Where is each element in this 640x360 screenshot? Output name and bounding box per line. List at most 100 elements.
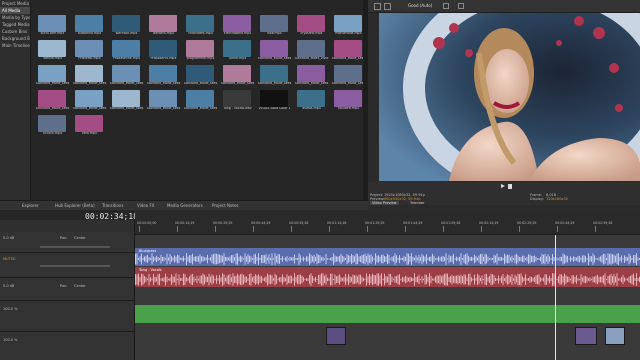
media-thumbnail[interactable]: programmer.mp4 [183,40,216,63]
track-header-audio-2[interactable]: MUTED [0,253,134,278]
thumbnail-image [112,40,140,57]
media-thumbnail[interactable]: s0rcc1om.mp4 [35,15,68,38]
media-thumbnail[interactable]: Tong - Vocals.wav [220,90,253,113]
audio-clip-vocals[interactable]: Tong - Vocals [135,267,640,287]
media-thumbnail[interactable]: Standard_Mode_sees [294,65,328,88]
media-thumbnail[interactable]: Standard_Mode_sees [35,65,69,88]
media-thumbnail[interactable]: charcodes.mp4 [183,15,216,38]
ruler-tick-label: 00:01:44;29 [403,221,423,225]
thumbnail-image [38,115,66,132]
media-thumbnail[interactable]: Standard_Mode_sees [331,40,365,63]
tab-explorer[interactable]: Explorer [22,203,39,208]
tree-item[interactable]: Background Bins [0,35,30,42]
media-thumbnail[interactable]: asdfas.mp4 [294,90,327,113]
media-thumbnail[interactable]: Gener.mp4 [220,40,253,63]
tab-media-generators[interactable]: Media Generators [167,203,203,208]
thumbnail-label: autoanna.mp4 [77,32,102,35]
audio-clip-bluegrass[interactable]: Bluegrass [135,248,640,266]
media-thumbnail[interactable]: Standard_Mode_sees [220,65,254,88]
tree-item[interactable]: Tagged Media [0,21,30,28]
thumbnail-label: Tong - Vocals.wav [223,107,252,110]
tab-video-fx[interactable]: Video FX [137,203,155,208]
timeline-ruler[interactable]: 00:00:00;00 00:00:14;29 00:00:29;29 00:00:4… [135,210,640,235]
media-thumbnail[interactable]: Standard_Mode_sees [257,65,292,88]
media-thumbnail[interactable]: soulbird.mp4 [331,90,364,113]
track-level-label: 0.0 dB [3,236,15,240]
media-thumbnail[interactable]: Standard_Mode_sees [183,65,217,88]
media-thumbnail[interactable]: Standard_Mode_vivid [294,40,328,63]
ruler-tick-mark [139,226,140,232]
timeline-tracks[interactable]: Bluegrass Tong - Vocals [135,235,640,360]
tree-item[interactable]: Custom Bins [0,28,30,35]
track-header-video-1[interactable]: 100.0 % [0,301,134,332]
track-header-video-2[interactable]: 100.0 % [0,332,134,360]
media-thumbnail[interactable]: VEGAS Solid Color 1 [257,90,291,113]
media-thumbnail[interactable]: Vanilla.mp4 [35,40,68,63]
media-thumbnail[interactable]: ProBaseline.mp4 [109,40,142,63]
split-screen-icon[interactable] [384,3,391,10]
ruler-tick-mark [291,226,292,232]
media-thumbnail[interactable]: Standard_Mode_sees [146,90,181,113]
tab-project-notes[interactable]: Project Notes [212,203,239,208]
media-thumbnail[interactable]: Standard_Mode_sees [109,90,143,113]
play-icon[interactable] [501,184,505,188]
ruler-tick-mark [595,226,596,232]
tree-item[interactable]: Main Timeline [0,42,30,49]
media-thumbnail[interactable]: Standard_Mode_sees [72,65,106,88]
volume-slider[interactable] [40,246,110,248]
video-clip-thumbnail[interactable] [605,327,625,345]
preview-quality-dropdown[interactable]: Good (Auto) [408,3,432,8]
media-thumbnail[interactable]: zero.mp4 [72,115,105,138]
transport-controls[interactable] [501,184,521,189]
thumbnail-label: Standard_Mode_sees [146,107,181,110]
thumbnail-image [112,15,140,32]
track-level-label: 0.0 dB [3,284,15,288]
track-header-audio-3[interactable]: 0.0 dB Pan: Center [0,278,134,301]
media-thumbnail[interactable]: Standard_Mode_sees [109,65,143,88]
media-thumbnail[interactable]: Unlock.mp4 [35,115,68,138]
video-preview-window [379,13,640,181]
media-thumbnail[interactable]: Barbara.mp4 [146,15,179,38]
video-clip-thumbnail[interactable] [575,327,597,345]
media-thumbnail[interactable]: autoanna.mp4 [72,15,105,38]
media-thumbnail[interactable]: ProBeast.mp4 [72,40,105,63]
thumbnail-label: Standard_Mode_sees [35,107,70,110]
media-thumbnail[interactable]: Standard_Mode_sees [183,90,217,113]
thumbnail-label: Standard_Mode_sees [257,82,292,85]
media-thumbnail[interactable]: monomode.mp4 [331,15,364,38]
ruler-tick-label: 00:00:59;28 [289,221,309,225]
media-thumbnail[interactable]: ProBasePro.mp4 [146,40,179,63]
playhead-cursor[interactable] [555,235,556,360]
tab-video-preview[interactable]: Video Preview [370,201,399,205]
media-thumbnail[interactable]: Standard_Mode_sees [257,40,291,63]
tree-item[interactable]: Media by Type [0,14,30,21]
media-thumbnail[interactable]: Standard_Mode_sees [35,90,70,113]
video-track-green[interactable] [135,305,640,323]
volume-slider[interactable] [40,265,110,267]
thumbnail-image [186,90,214,107]
thumbnail-image [75,65,103,82]
thumbnail-image [260,40,288,57]
preview-settings-icon[interactable] [374,3,381,10]
media-thumbnail[interactable]: Standard_Mode_sees [331,65,365,88]
media-thumbnail[interactable]: Warnock.mp4 [109,15,142,38]
media-thumbnail[interactable]: cryotank.mp4 [294,15,327,38]
track-header-audio-1[interactable]: 0.0 dB Pan: Center [0,232,134,253]
panel-divider[interactable] [363,0,368,205]
ruler-tick-mark [519,226,520,232]
tab-trimmer[interactable]: Trimmer [410,201,424,205]
snapshot-icon[interactable] [458,3,464,9]
stop-icon[interactable] [508,184,512,189]
tree-item[interactable]: Project Media [0,0,30,7]
thumbnail-label: cryotank.mp4 [300,32,323,35]
tab-hub-explorer[interactable]: Hub Explorer (Beta) [55,203,95,208]
tab-transitions[interactable]: Transitions [102,203,123,208]
video-clip-thumbnail[interactable] [326,327,346,345]
media-thumbnail[interactable]: Standard_Mode_sees [72,90,106,113]
media-thumbnail[interactable]: ElectroBand.mp4 [220,15,253,38]
media-thumbnail[interactable]: flow.mp4 [257,15,290,38]
thumbnail-image [260,90,288,107]
media-thumbnail[interactable]: Standard_Mode_sees [146,65,180,88]
overlay-icon[interactable] [443,3,449,9]
tree-item[interactable]: All Media [0,7,30,14]
